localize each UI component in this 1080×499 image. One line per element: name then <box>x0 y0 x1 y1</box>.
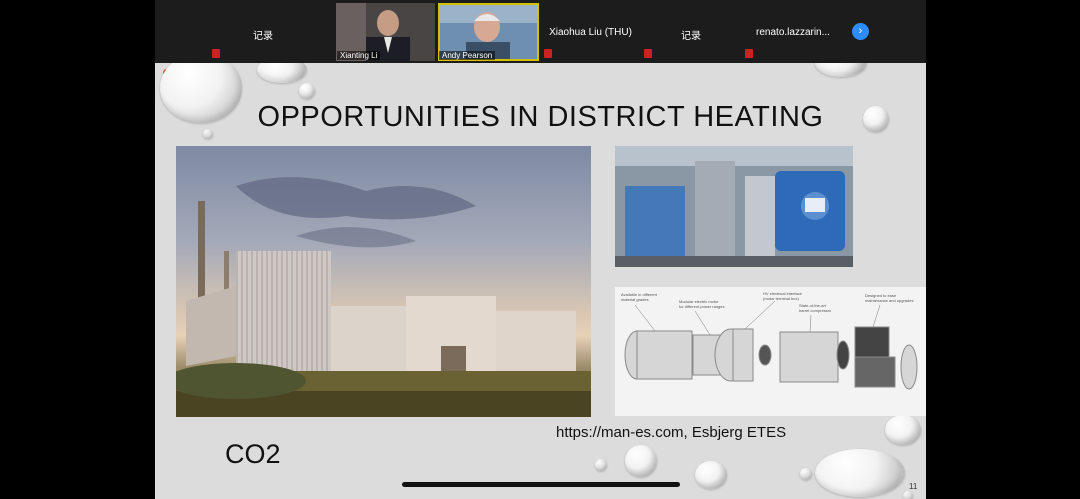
water-drop-decoration <box>815 449 905 497</box>
muted-mic-icon <box>745 49 753 58</box>
participant-name: 记录 <box>253 31 273 42</box>
water-drop-decoration <box>903 491 913 499</box>
participant-tile[interactable]: 记录 <box>642 3 740 61</box>
next-page-button[interactable]: › <box>852 23 869 40</box>
participant-name: Xiaohua Liu (THU) <box>549 27 632 38</box>
water-drop-decoration <box>625 445 657 477</box>
chevron-right-icon: › <box>858 25 863 37</box>
water-drop-decoration <box>299 83 315 99</box>
muted-mic-icon <box>644 49 652 58</box>
participant-tile[interactable]: renato.lazzarin... <box>743 3 843 61</box>
participant-video-tile[interactable]: Xianting Li <box>336 3 435 61</box>
water-drop-decoration <box>595 459 607 471</box>
slide-title: OPPORTUNITIES IN DISTRICT HEATING <box>257 101 824 133</box>
participant-name: Xianting Li <box>337 51 381 60</box>
slide-page-number: 11 <box>909 482 918 491</box>
compressor-photo <box>615 146 853 267</box>
participant-tile[interactable]: Xiaohua Liu (THU) <box>542 3 639 61</box>
water-drop-decoration <box>695 461 727 489</box>
water-drop-decoration <box>885 415 921 445</box>
muted-mic-icon <box>212 49 220 58</box>
compressor-diagram: Available in different material grades M… <box>615 287 926 416</box>
water-drop-decoration <box>815 63 867 77</box>
scroll-progress-bar[interactable] <box>402 482 680 487</box>
participant-name: renato.lazzarin... <box>756 27 830 38</box>
water-drop-decoration <box>257 63 307 83</box>
source-citation: https://man-es.com, Esbjerg ETES <box>556 424 787 441</box>
plant-rendering-image <box>176 146 591 417</box>
participant-strip: 记录 Xianting Li Andy Pearson Xiaohua Liu … <box>155 0 926 63</box>
shared-slide: OPPORTUNITIES IN DISTRICT HEATING Availa… <box>155 63 926 499</box>
co2-label: CO2 <box>225 439 281 469</box>
muted-mic-icon <box>544 49 552 58</box>
active-speaker-tile[interactable]: Andy Pearson <box>438 3 539 61</box>
participant-tile[interactable]: 记录 <box>210 3 316 61</box>
water-drop-decoration <box>800 468 812 480</box>
participant-name: 记录 <box>681 31 701 42</box>
participant-name: Andy Pearson <box>439 51 496 60</box>
